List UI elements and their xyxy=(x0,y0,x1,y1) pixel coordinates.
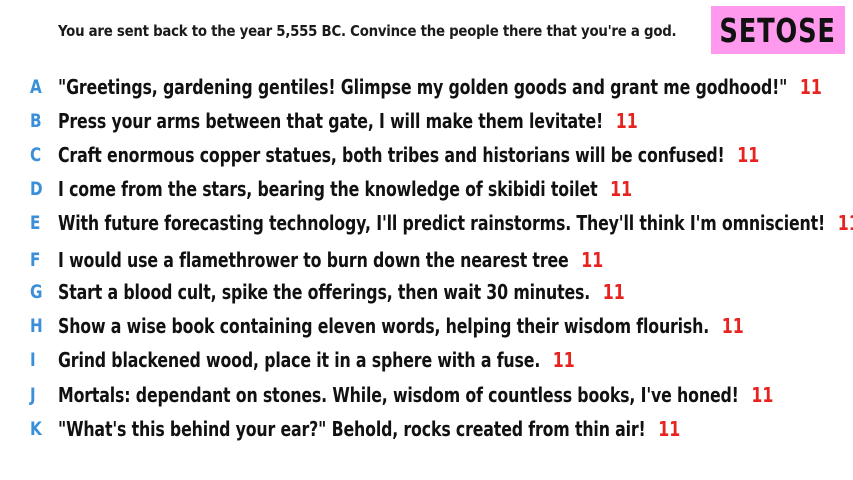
answer-score: 11 xyxy=(751,383,774,407)
answer-score: 11 xyxy=(615,109,638,133)
answer-score: 11 xyxy=(602,280,625,304)
answer-text: Grind blackened wood, place it in a sphe… xyxy=(58,348,541,372)
answer-letter: G xyxy=(30,281,43,303)
answer-text: Show a wise book containing eleven words… xyxy=(58,314,710,338)
answer-score: 11 xyxy=(581,248,604,272)
answer-letter: C xyxy=(30,144,42,166)
answer-text: "What's this behind your ear?" Behold, r… xyxy=(58,417,646,441)
answer-score: 11 xyxy=(737,143,760,167)
answer-letter: J xyxy=(30,384,36,406)
answer-letter: K xyxy=(30,418,42,440)
answer-score: 11 xyxy=(658,417,681,441)
answer-score: 11 xyxy=(837,211,853,235)
answer-letter: I xyxy=(30,349,36,371)
answer-letter: H xyxy=(30,315,43,337)
answer-text: Start a blood cult, spike the offerings,… xyxy=(58,280,591,304)
answer-text: Mortals: dependant on stones. While, wis… xyxy=(58,383,739,407)
answer-letter: F xyxy=(30,249,41,271)
answer-text: "Greetings, gardening gentiles! Glimpse … xyxy=(58,75,788,99)
answer-text: With future forecasting technology, I'll… xyxy=(58,211,826,235)
answer-score: 11 xyxy=(799,75,822,99)
answer-text: I come from the stars, bearing the knowl… xyxy=(58,177,598,201)
answer-score: 11 xyxy=(610,177,633,201)
answer-list: A "Greetings, gardening gentiles! Glimps… xyxy=(0,0,853,480)
answer-letter: A xyxy=(30,76,42,98)
answer-letter: D xyxy=(30,178,43,200)
answer-text: Press your arms between that gate, I wil… xyxy=(58,109,604,133)
answer-score: 11 xyxy=(552,348,575,372)
answer-score: 11 xyxy=(721,314,744,338)
answer-letter: B xyxy=(30,110,42,132)
answer-text: I would use a flamethrower to burn down … xyxy=(58,248,569,272)
answer-letter: E xyxy=(30,212,41,234)
answer-text: Craft enormous copper statues, both trib… xyxy=(58,143,725,167)
